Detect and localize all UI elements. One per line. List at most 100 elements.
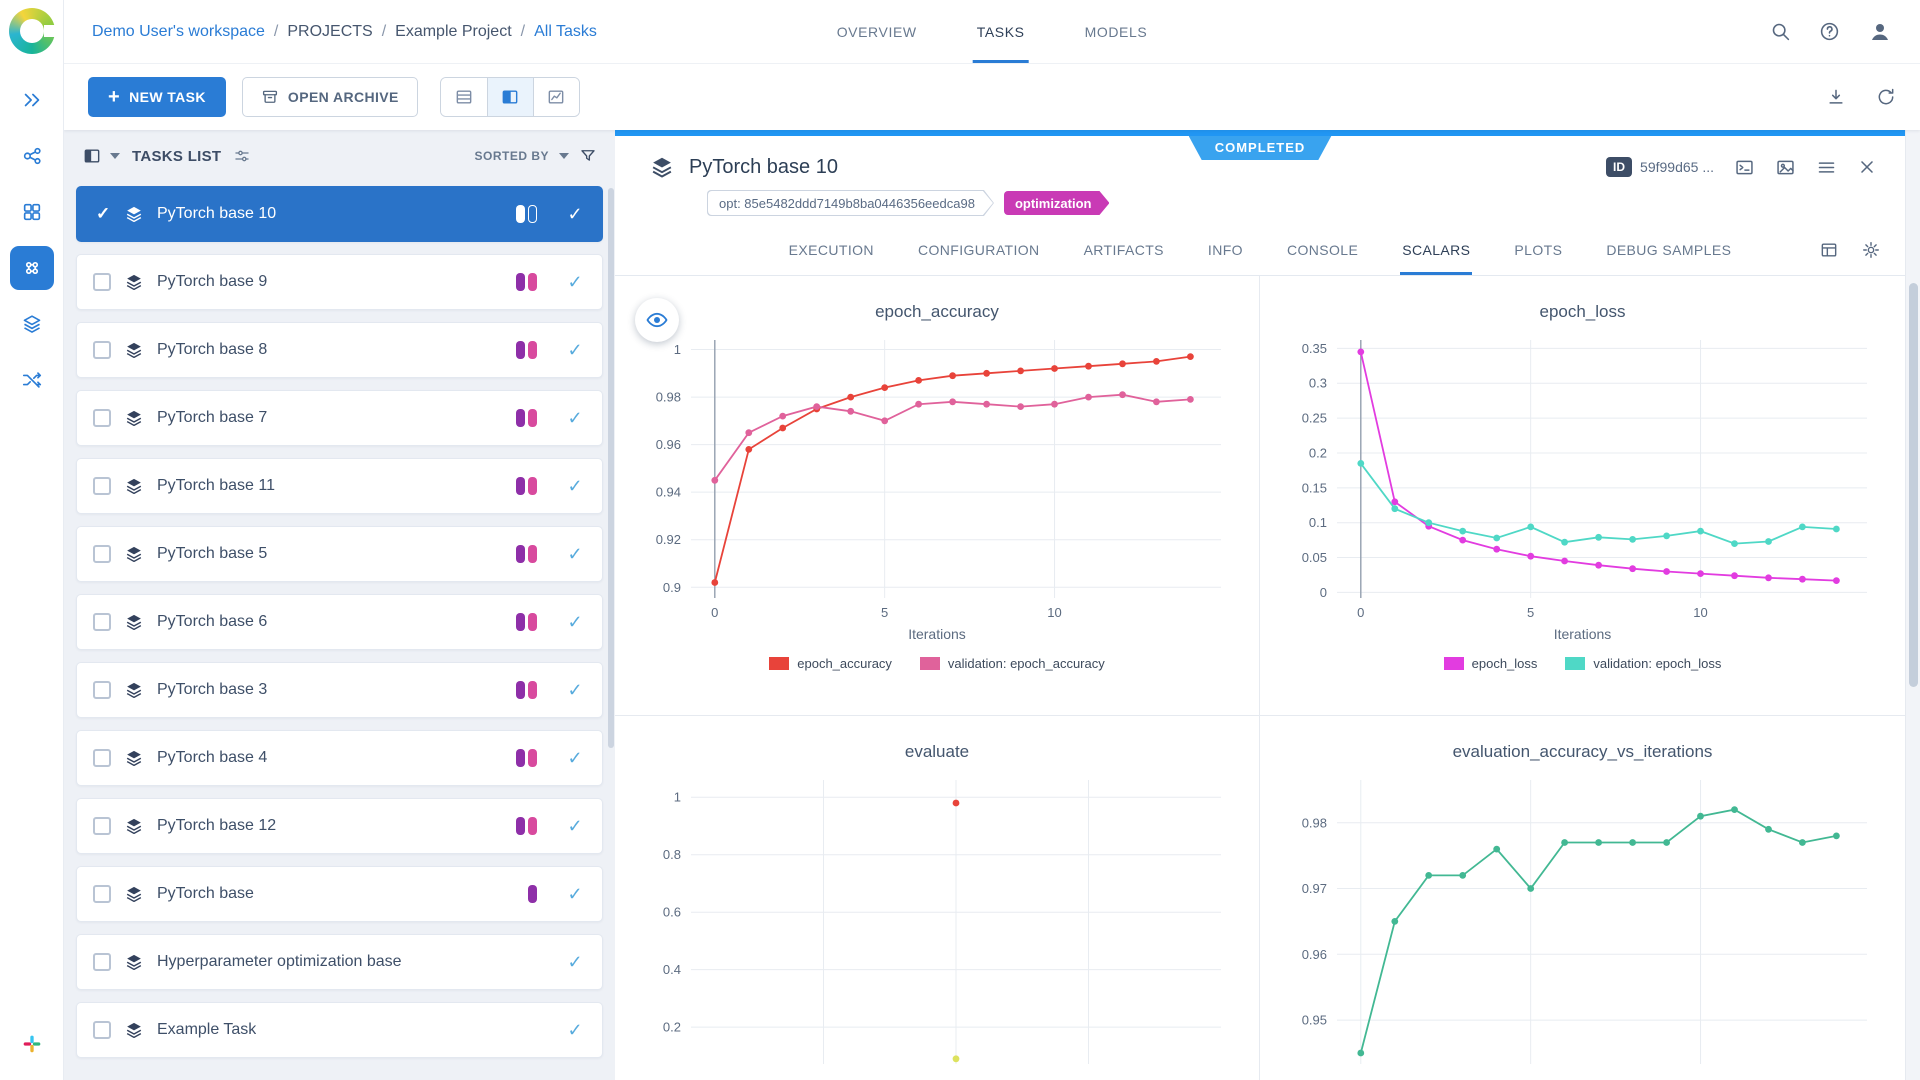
scalars-charts-area: epoch_accuracy 0.90.920.940.960.9810510 … [615, 276, 1905, 1080]
task-row[interactable]: PyTorch base 6 [76, 594, 603, 650]
task-checkbox[interactable] [93, 477, 111, 495]
task-checkbox[interactable] [93, 205, 111, 223]
legend-item[interactable]: epoch_accuracy [769, 656, 892, 671]
detail-tab-artifacts[interactable]: ARTIFACTS [1082, 224, 1166, 275]
user-avatar[interactable] [1868, 20, 1892, 44]
task-checkbox[interactable] [93, 273, 111, 291]
chart-view-icon[interactable] [533, 78, 579, 116]
breadcrumb-item[interactable]: All Tasks [534, 23, 597, 41]
detail-tab-scalars[interactable]: SCALARS [1400, 224, 1472, 275]
task-checkbox[interactable] [93, 885, 111, 903]
breadcrumb-separator: / [382, 23, 386, 41]
task-checkbox[interactable] [93, 817, 111, 835]
metrics-table-icon[interactable] [1819, 240, 1839, 260]
task-row[interactable]: PyTorch base 10 [76, 186, 603, 242]
detail-scrollbar[interactable] [1905, 130, 1920, 1080]
task-checkbox[interactable] [93, 545, 111, 563]
task-checkbox[interactable] [93, 341, 111, 359]
detail-tab-configuration[interactable]: CONFIGURATION [916, 224, 1042, 275]
task-status-check-icon [564, 408, 586, 429]
task-name: PyTorch base 11 [157, 477, 275, 495]
top-tab-tasks[interactable]: TASKS [973, 0, 1029, 63]
show-hide-metrics-button[interactable] [635, 298, 679, 342]
legend-item[interactable]: validation: epoch_loss [1565, 656, 1721, 671]
split-view-icon[interactable] [487, 78, 533, 116]
slack-icon[interactable] [10, 1022, 54, 1066]
task-name: PyTorch base 8 [157, 341, 267, 359]
help-icon[interactable] [1819, 21, 1840, 42]
detail-tab-console[interactable]: CONSOLE [1285, 224, 1360, 275]
menu-icon[interactable] [1816, 157, 1837, 178]
console-output-icon[interactable] [1734, 157, 1755, 178]
clearml-logo[interactable] [9, 8, 55, 54]
task-row[interactable]: PyTorch base 12 [76, 798, 603, 854]
task-checkbox[interactable] [93, 409, 111, 427]
filter-icon[interactable] [579, 147, 597, 165]
chart-plot[interactable]: 00.050.10.150.20.250.30.350510 [1273, 332, 1893, 624]
datasets-icon[interactable] [10, 190, 54, 234]
open-archive-button[interactable]: OPEN ARCHIVE [242, 77, 418, 117]
id-value[interactable]: 59f99d65 ... [1640, 159, 1714, 175]
task-checkbox[interactable] [93, 1021, 111, 1039]
close-icon[interactable] [1857, 157, 1877, 177]
tasks-list-panel: TASKS LIST SORTED BY PyTorch base 10PyTo… [64, 130, 615, 1080]
list-layout-icon[interactable] [82, 146, 102, 166]
chart-plot[interactable]: 0.950.960.970.98 [1273, 772, 1893, 1064]
task-row[interactable]: PyTorch base 5 [76, 526, 603, 582]
chart-plot[interactable]: 0.20.40.60.81 [627, 772, 1247, 1064]
plus-icon [108, 87, 120, 107]
task-row[interactable]: Hyperparameter optimization base [76, 934, 603, 990]
projects-icon[interactable] [10, 246, 54, 290]
experiments-icon[interactable] [10, 302, 54, 346]
task-row[interactable]: PyTorch base 3 [76, 662, 603, 718]
tasks-list-scrollbar[interactable] [608, 188, 614, 748]
legend-item[interactable]: validation: epoch_accuracy [920, 656, 1105, 671]
task-title: PyTorch base 10 [689, 156, 838, 179]
svg-text:5: 5 [881, 605, 888, 620]
dashboard-icon[interactable] [10, 78, 54, 122]
search-icon[interactable] [1770, 21, 1791, 42]
legend-label: validation: epoch_loss [1593, 656, 1721, 671]
task-row[interactable]: PyTorch base 11 [76, 458, 603, 514]
detail-tab-debug-samples[interactable]: DEBUG SAMPLES [1604, 224, 1733, 275]
task-checkbox[interactable] [93, 749, 111, 767]
auto-refresh-icon[interactable] [1876, 87, 1896, 107]
legend-swatch [769, 657, 789, 670]
detail-tab-plots[interactable]: PLOTS [1512, 224, 1564, 275]
task-checkbox[interactable] [93, 613, 111, 631]
top-tab-overview[interactable]: OVERVIEW [833, 0, 921, 63]
task-type-icon [124, 408, 144, 428]
tasks-list-header-right: SORTED BY [474, 147, 597, 165]
chart-plot[interactable]: 0.90.920.940.960.9810510 [627, 332, 1247, 624]
detail-tab-execution[interactable]: EXECUTION [787, 224, 876, 275]
task-row[interactable]: PyTorch base 7 [76, 390, 603, 446]
task-row[interactable]: PyTorch base 4 [76, 730, 603, 786]
legend-label: epoch_accuracy [797, 656, 892, 671]
detail-tab-info[interactable]: INFO [1206, 224, 1245, 275]
settings-gear-icon[interactable] [1861, 240, 1881, 260]
task-row[interactable]: PyTorch base [76, 866, 603, 922]
chevron-down-icon[interactable] [110, 153, 120, 159]
debug-image-icon[interactable] [1775, 157, 1796, 178]
task-row[interactable]: PyTorch base 9 [76, 254, 603, 310]
top-tab-models[interactable]: MODELS [1081, 0, 1152, 63]
svg-text:0.94: 0.94 [656, 485, 681, 500]
task-checkbox[interactable] [93, 953, 111, 971]
table-view-icon[interactable] [441, 78, 487, 116]
legend-item[interactable]: epoch_loss [1444, 656, 1538, 671]
column-settings-icon[interactable] [233, 147, 251, 165]
task-type-icon [124, 952, 144, 972]
task-tag-chip[interactable]: optimization [1004, 191, 1110, 215]
new-task-button[interactable]: NEW TASK [88, 77, 226, 117]
task-row[interactable]: PyTorch base 8 [76, 322, 603, 378]
svg-text:0.1: 0.1 [1308, 515, 1326, 530]
download-icon[interactable] [1826, 87, 1846, 107]
sort-direction-icon[interactable] [559, 153, 569, 159]
breadcrumb-item[interactable]: Demo User's workspace [92, 23, 265, 41]
task-checkbox[interactable] [93, 681, 111, 699]
task-tag-chip[interactable]: opt: 85e5482ddd7149b8ba0446356eedca98 [707, 190, 994, 216]
pipelines-icon[interactable] [10, 134, 54, 178]
task-row[interactable]: Example Task [76, 1002, 603, 1058]
workers-queues-icon[interactable] [10, 358, 54, 402]
scrollbar-thumb[interactable] [1909, 283, 1918, 687]
